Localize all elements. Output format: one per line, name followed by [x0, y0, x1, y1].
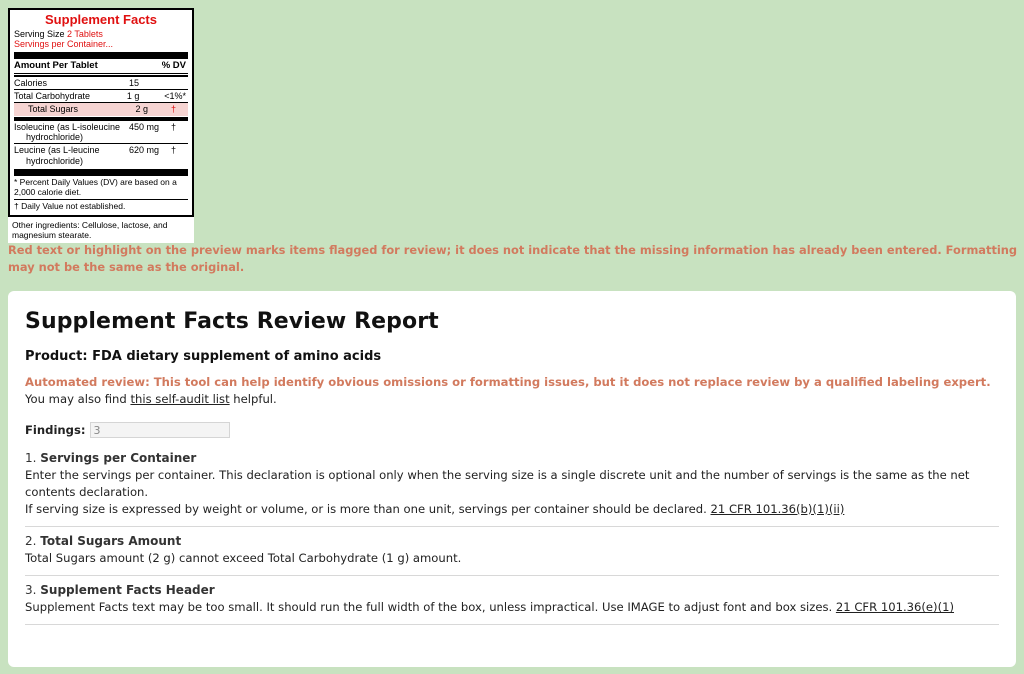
finding-number: 2. [25, 533, 37, 548]
amino-dv: † [170, 121, 176, 132]
finding-detail-text: If serving size is expressed by weight o… [25, 501, 711, 516]
findings-label: Findings: [25, 423, 86, 437]
nutrient-row-carbohydrate: Total Carbohydrate 1 g <1%* [14, 90, 188, 104]
nutrient-row-sugars: Total Sugars 2 g † [14, 103, 188, 116]
serving-size-value: 2 Tablets [67, 28, 103, 39]
product-name: Product: FDA dietary supplement of amino… [25, 349, 382, 364]
cfr-link[interactable]: 21 CFR 101.36(b)(1)(ii) [711, 502, 845, 516]
self-audit-link[interactable]: this self-audit list [130, 392, 229, 406]
finding-title: 3. Supplement Facts Header [25, 582, 999, 599]
nutrient-row-calories: Calories 15 [14, 77, 188, 90]
finding-number: 3. [25, 582, 37, 597]
nutrient-name: Total Sugars [28, 104, 79, 115]
finding-title-text: Servings per Container [40, 451, 197, 465]
finding-item: 3. Supplement Facts Header Supplement Fa… [25, 576, 999, 626]
amino-row-isoleucine: Isoleucine (as L-isoleucine hydrochlorid… [14, 121, 188, 145]
other-ingredients: Other ingredients: Cellulose, lactose, a… [12, 220, 168, 241]
finding-description-text: Supplement Facts text may be too small. … [25, 600, 836, 615]
finding-description: Enter the servings per container. This d… [25, 468, 970, 500]
nutrient-name: Total Carbohydrate [14, 90, 91, 101]
finding-title-text: Supplement Facts Header [40, 582, 215, 597]
finding-title: 1. Servings per Container [25, 450, 999, 467]
review-report-card: Supplement Facts Review Report Product: … [8, 291, 1016, 667]
self-audit-line: You may also find this self-audit list h… [25, 392, 999, 406]
automated-review-note: Automated review: This tool can help ide… [25, 375, 991, 389]
servings-per-container: Servings per Container... [14, 39, 114, 50]
amino-amount: 620 mg [129, 145, 160, 156]
cfr-link[interactable]: 21 CFR 101.36(e)(1) [836, 600, 954, 614]
findings-row: Findings: [25, 422, 999, 438]
self-audit-suffix: helpful. [229, 392, 277, 406]
footnote-dv: * Percent Daily Values (DV) are based on… [14, 176, 177, 197]
nutrient-amount: 1 g [126, 90, 140, 101]
findings-count-field[interactable] [89, 422, 230, 438]
footnote-divider [14, 199, 188, 201]
serving-size-label: Serving Size [14, 28, 65, 39]
amino-name: Leucine (as L-leucine hydrochloride) [14, 145, 129, 166]
amount-header: Amount Per Tablet [14, 59, 98, 71]
nutrient-dv: <1%* [164, 90, 186, 101]
finding-item: 2. Total Sugars Amount Total Sugars amou… [25, 527, 999, 576]
report-title: Supplement Facts Review Report [25, 309, 439, 334]
nutrient-dv: † [170, 104, 176, 115]
amino-name-line2: hydrochloride) [26, 131, 84, 142]
amino-row-leucine: Leucine (as L-leucine hydrochloride) 620… [14, 144, 188, 167]
finding-description: Total Sugars amount (2 g) cannot exceed … [25, 551, 462, 566]
nutrient-name: Calories [14, 77, 48, 88]
nutrient-amount: 2 g [135, 104, 148, 115]
finding-title-text: Total Sugars Amount [40, 533, 182, 548]
review-notice: Red text or highlight on the preview mar… [8, 243, 1018, 275]
supplement-facts-box: Supplement Facts Serving Size 2 Tablets … [8, 8, 194, 218]
amino-name-line2: hydrochloride) [26, 155, 84, 166]
finding-description: Supplement Facts text may be too small. … [25, 599, 999, 616]
amino-name-line1: Leucine (as L-leucine [14, 145, 100, 156]
self-audit-prefix: You may also find [25, 392, 131, 406]
label-title: Supplement Facts [45, 12, 157, 27]
amino-name-line1: Isoleucine (as L-isoleucine [14, 121, 121, 132]
label-preview: Supplement Facts Serving Size 2 Tablets … [8, 8, 194, 243]
finding-number: 1. [25, 451, 37, 465]
dv-header: % DV [161, 59, 186, 71]
amino-name: Isoleucine (as L-isoleucine hydrochlorid… [14, 122, 129, 143]
nutrient-amount: 15 [129, 77, 140, 88]
amino-amount: 450 mg [129, 121, 160, 132]
serving-size: Serving Size 2 Tablets [14, 29, 188, 39]
nutrient-dv [167, 78, 188, 88]
thick-divider [14, 168, 188, 176]
amino-dv: † [170, 145, 176, 156]
amount-header-row: Amount Per Tablet % DV [14, 59, 188, 74]
thick-divider [14, 51, 188, 59]
finding-title: 2. Total Sugars Amount [25, 533, 999, 550]
footnote-not-established: † Daily Value not established. [14, 201, 126, 212]
finding-item: 1. Servings per Container Enter the serv… [25, 444, 999, 527]
finding-detail: If serving size is expressed by weight o… [25, 501, 999, 518]
